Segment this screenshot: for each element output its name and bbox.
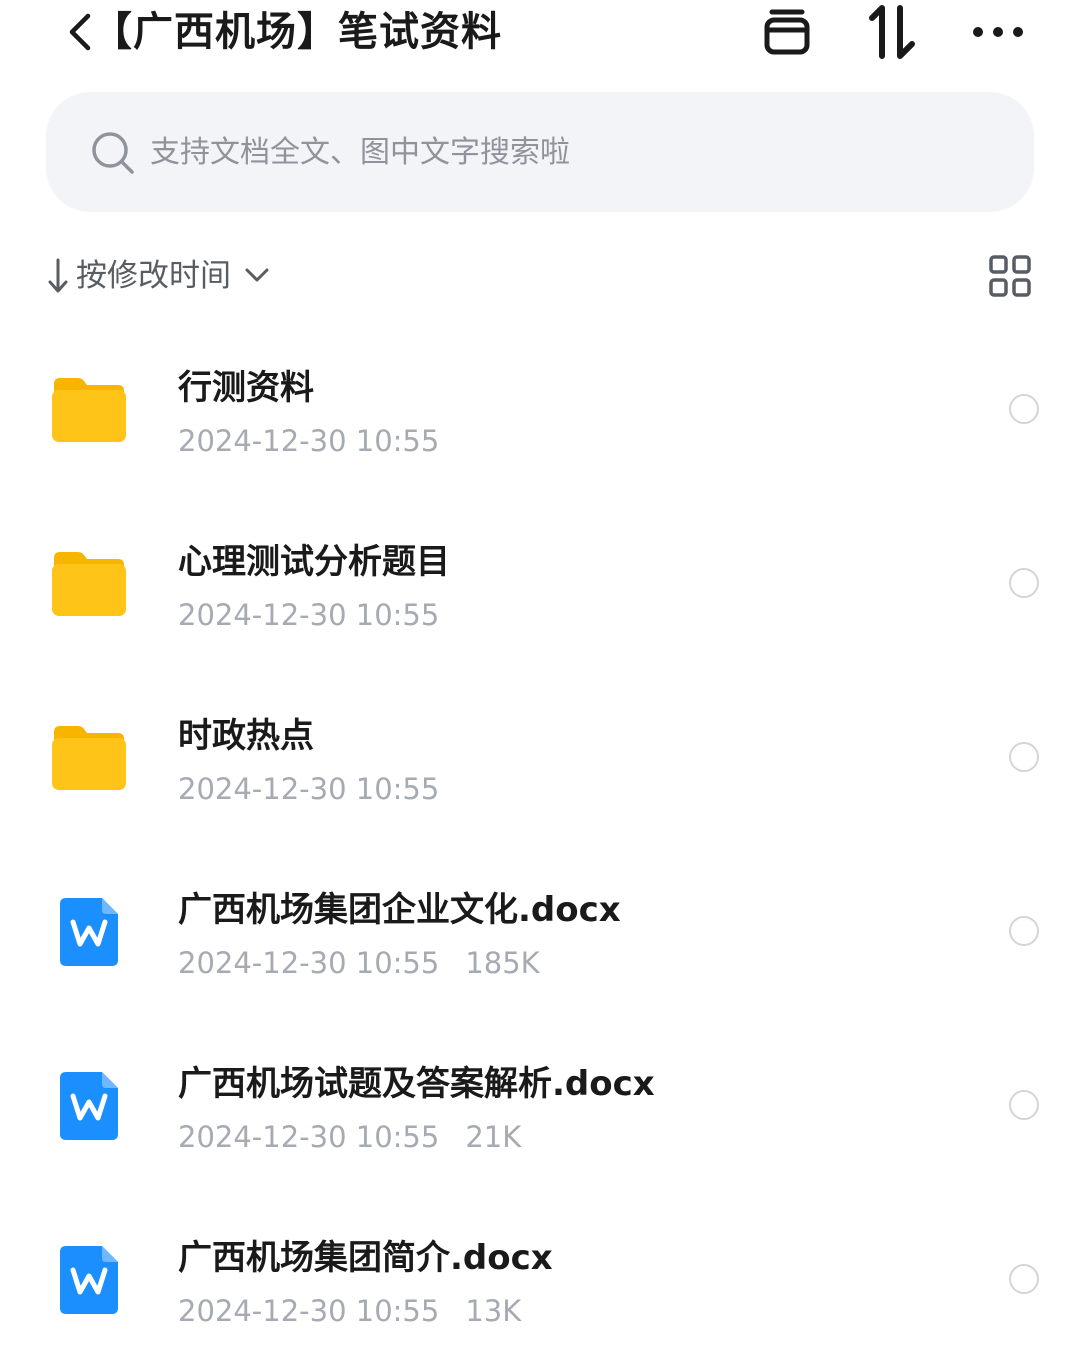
list-item[interactable]: 心理测试分析题目 2024-12-30 10:55 xyxy=(0,496,1080,670)
item-name: 行测资料 xyxy=(178,368,314,408)
item-name: 广西机场试题及答案解析.docx xyxy=(178,1064,655,1104)
item-modified: 2024-12-30 10:55 xyxy=(178,946,440,980)
item-modified: 2024-12-30 10:55 xyxy=(178,1294,440,1328)
sort-selector[interactable]: 按修改时间 xyxy=(46,248,271,304)
more-dots-icon xyxy=(973,27,1023,37)
arrow-down-icon xyxy=(48,258,68,293)
select-radio[interactable] xyxy=(1009,1090,1039,1120)
list-item[interactable]: 广西机场集团简介.docx 2024-12-30 10:55 13K xyxy=(0,1192,1080,1366)
folder-icon xyxy=(52,552,126,616)
sort-button[interactable] xyxy=(862,2,922,62)
item-name: 时政热点 xyxy=(178,716,314,756)
grid-view-icon[interactable] xyxy=(988,254,1032,298)
item-meta: 2024-12-30 10:55 xyxy=(178,594,439,636)
item-size: 21K xyxy=(465,1120,522,1154)
folder-icon xyxy=(52,726,126,790)
select-radio[interactable] xyxy=(1009,394,1039,424)
select-radio[interactable] xyxy=(1009,916,1039,946)
chevron-left-icon[interactable] xyxy=(66,10,94,54)
item-modified: 2024-12-30 10:55 xyxy=(178,598,440,632)
select-radio[interactable] xyxy=(1009,1264,1039,1294)
file-list: 行测资料 2024-12-30 10:55 心理测试分析题目 2024-12-3… xyxy=(0,322,1080,1366)
item-name: 广西机场集团企业文化.docx xyxy=(178,890,621,930)
item-name: 广西机场集团简介.docx xyxy=(178,1238,553,1278)
item-modified: 2024-12-30 10:55 xyxy=(178,772,440,806)
sort-arrows-icon xyxy=(869,5,915,59)
item-size: 13K xyxy=(465,1294,522,1328)
folder-icon xyxy=(52,378,126,442)
search-icon xyxy=(92,132,134,174)
inbox-button[interactable] xyxy=(757,2,817,62)
item-modified: 2024-12-30 10:55 xyxy=(178,1120,440,1154)
more-button[interactable] xyxy=(968,2,1028,62)
search-bar[interactable] xyxy=(46,92,1034,212)
item-meta: 2024-12-30 10:55 185K xyxy=(178,942,540,984)
item-meta: 2024-12-30 10:55 21K xyxy=(178,1116,521,1158)
chevron-down-icon xyxy=(245,268,269,282)
word-doc-icon xyxy=(60,898,118,966)
select-radio[interactable] xyxy=(1009,742,1039,772)
list-item[interactable]: 广西机场试题及答案解析.docx 2024-12-30 10:55 21K xyxy=(0,1018,1080,1192)
inbox-icon xyxy=(764,9,810,55)
list-item[interactable]: 广西机场集团企业文化.docx 2024-12-30 10:55 185K xyxy=(0,844,1080,1018)
item-modified: 2024-12-30 10:55 xyxy=(178,424,440,458)
top-bar: 【广西机场】笔试资料 xyxy=(0,0,1080,64)
list-item[interactable]: 时政热点 2024-12-30 10:55 xyxy=(0,670,1080,844)
word-doc-icon xyxy=(60,1072,118,1140)
item-size: 185K xyxy=(465,946,540,980)
sort-label: 按修改时间 xyxy=(76,258,231,294)
search-input[interactable] xyxy=(150,122,970,182)
word-doc-icon xyxy=(60,1246,118,1314)
item-meta: 2024-12-30 10:55 xyxy=(178,420,439,462)
list-item[interactable]: 行测资料 2024-12-30 10:55 xyxy=(0,322,1080,496)
item-name: 心理测试分析题目 xyxy=(178,542,450,582)
page-title: 【广西机场】笔试资料 xyxy=(92,9,502,55)
select-radio[interactable] xyxy=(1009,568,1039,598)
item-meta: 2024-12-30 10:55 xyxy=(178,768,439,810)
item-meta: 2024-12-30 10:55 13K xyxy=(178,1290,521,1332)
